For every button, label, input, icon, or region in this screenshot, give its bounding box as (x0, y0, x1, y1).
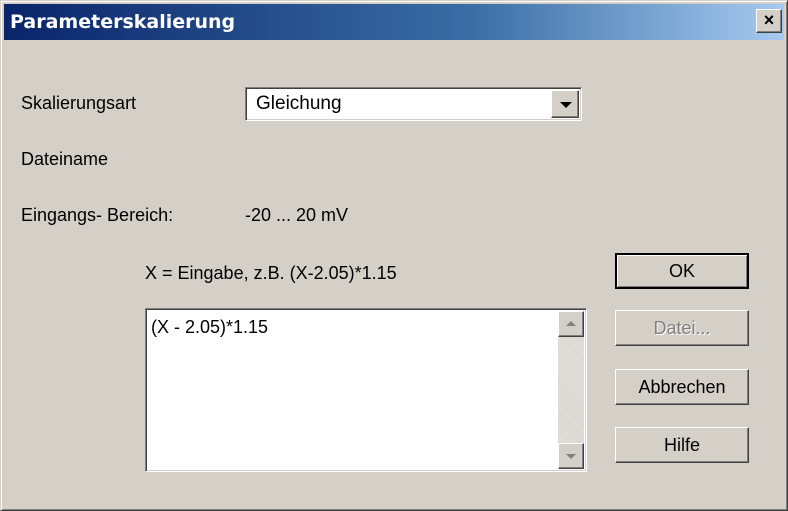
dropdown-button[interactable] (551, 90, 579, 118)
scaling-type-label: Skalierungsart (21, 93, 137, 113)
input-range-label: Eingangs- Bereich: (21, 205, 174, 225)
arrow-down-icon (566, 454, 576, 459)
cancel-button[interactable]: Abbrechen (615, 369, 749, 405)
scaling-type-value: Gleichung (256, 93, 342, 114)
close-icon: × (763, 10, 775, 30)
scroll-down-button[interactable] (558, 443, 584, 469)
vertical-scrollbar[interactable] (558, 311, 584, 469)
chevron-down-icon (560, 102, 572, 108)
scaling-type-dropdown[interactable]: Gleichung (245, 87, 582, 121)
dialog-window: Parameterskalierung × Skalierungsart Gle… (0, 0, 788, 511)
help-button[interactable]: Hilfe (615, 427, 749, 463)
title-bar[interactable]: Parameterskalierung × (4, 4, 784, 40)
formula-input[interactable]: (X - 2.05)*1.15 (145, 308, 587, 472)
ok-button[interactable]: OK (615, 253, 749, 289)
scroll-up-button[interactable] (558, 311, 584, 337)
filename-label: Dateiname (21, 149, 109, 169)
input-range-value: -20 ... 20 mV (245, 205, 349, 225)
file-button[interactable]: Datei... (615, 310, 749, 346)
close-button[interactable]: × (756, 9, 782, 33)
formula-hint: X = Eingabe, z.B. (X-2.05)*1.15 (145, 263, 397, 283)
dialog-title: Parameterskalierung (10, 11, 236, 33)
formula-value: (X - 2.05)*1.15 (151, 317, 269, 337)
arrow-up-icon (566, 321, 576, 326)
